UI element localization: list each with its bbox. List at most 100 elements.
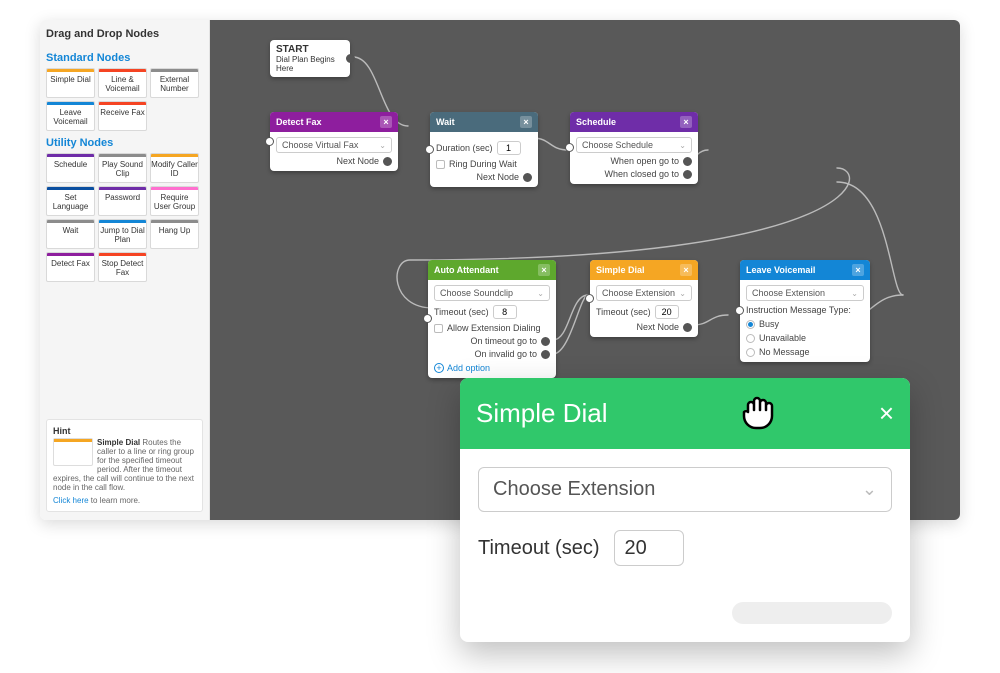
port-in[interactable] (565, 143, 574, 152)
port-out-timeout[interactable] (541, 337, 550, 346)
close-icon[interactable]: × (680, 116, 692, 128)
node-title: Auto Attendant (434, 265, 499, 275)
chevron-down-icon: ⌄ (679, 289, 686, 298)
node-header[interactable]: Detect Fax × (270, 112, 398, 132)
node-header[interactable]: Schedule × (570, 112, 698, 132)
port-in[interactable] (585, 294, 594, 303)
palette-node[interactable]: Jump to Dial Plan (98, 219, 147, 249)
port-out[interactable] (523, 173, 532, 182)
grab-cursor-icon (736, 390, 780, 437)
opt-busy: Busy (759, 319, 779, 329)
port-in[interactable] (425, 145, 434, 154)
palette-node[interactable]: Line & Voicemail (98, 68, 147, 98)
close-icon[interactable]: × (538, 264, 550, 276)
ring-label: Ring During Wait (449, 159, 517, 169)
duration-input[interactable] (497, 141, 521, 155)
closed-label: When closed go to (604, 169, 679, 179)
node-leave-voicemail[interactable]: Leave Voicemail × Choose Extension⌄ Inst… (740, 260, 870, 362)
node-schedule[interactable]: Schedule × Choose Schedule⌄ When open go… (570, 112, 698, 184)
radio-no-message[interactable] (746, 348, 755, 357)
overlay-timeout-input[interactable] (614, 530, 684, 566)
section-label: Standard Nodes (46, 52, 203, 64)
palette-node[interactable]: Receive Fax (98, 101, 147, 131)
port-in[interactable] (735, 306, 744, 315)
chevron-down-icon: ⌄ (679, 141, 686, 150)
radio-unavailable[interactable] (746, 334, 755, 343)
node-header[interactable]: Leave Voicemail × (740, 260, 870, 280)
palette-node[interactable]: Hang Up (150, 219, 199, 249)
on-invalid-label: On invalid go to (474, 349, 537, 359)
palette-node[interactable]: Detect Fax (46, 252, 95, 282)
overlay-next-pill (732, 602, 892, 624)
overlay-body: Choose Extension ⌄ Timeout (sec) (460, 449, 910, 642)
allow-ext-checkbox[interactable] (434, 324, 443, 333)
port-out-invalid[interactable] (541, 350, 550, 359)
palette-node[interactable]: Stop Detect Fax (98, 252, 147, 282)
node-wait[interactable]: Wait × Duration (sec) Ring During Wait N… (430, 112, 538, 187)
close-icon[interactable]: × (852, 264, 864, 276)
node-title: Wait (436, 117, 455, 127)
hint-link[interactable]: Click here (53, 496, 89, 505)
node-simple-dial[interactable]: Simple Dial × Choose Extension⌄ Timeout … (590, 260, 698, 337)
port-out[interactable] (683, 323, 692, 332)
timeout-input[interactable] (655, 305, 679, 319)
overlay-header[interactable]: Simple Dial × (460, 378, 910, 449)
palette-node[interactable]: External Number (150, 68, 199, 98)
start-node[interactable]: START Dial Plan Begins Here (270, 40, 350, 77)
node-title: Simple Dial (596, 265, 645, 275)
overlay-timeout-label: Timeout (sec) (478, 537, 600, 560)
select-virtual-fax[interactable]: Choose Virtual Fax⌄ (276, 137, 392, 153)
duration-label: Duration (sec) (436, 143, 493, 153)
instruction-label: Instruction Message Type: (746, 305, 851, 315)
close-icon[interactable]: × (879, 398, 894, 429)
palette-node[interactable]: Set Language (46, 186, 95, 216)
add-option-button[interactable]: +Add option (434, 363, 550, 373)
hint-heading: Hint (53, 426, 196, 436)
select-extension[interactable]: Choose Extension⌄ (596, 285, 692, 301)
overlay-select-extension[interactable]: Choose Extension ⌄ (478, 467, 892, 512)
close-icon[interactable]: × (380, 116, 392, 128)
section-label: Utility Nodes (46, 137, 203, 149)
hint-title: Simple Dial (97, 438, 140, 447)
select-extension[interactable]: Choose Extension⌄ (746, 285, 864, 301)
palette-node[interactable]: Simple Dial (46, 68, 95, 98)
node-auto-attendant[interactable]: Auto Attendant × Choose Soundclip⌄ Timeo… (428, 260, 556, 378)
palette-node[interactable]: Password (98, 186, 147, 216)
ring-checkbox[interactable] (436, 160, 445, 169)
palette-node[interactable]: Require User Group (150, 186, 199, 216)
overlay-title: Simple Dial (476, 398, 608, 429)
close-icon[interactable]: × (520, 116, 532, 128)
palette-node[interactable]: Modify Caller ID (150, 153, 199, 183)
palette-node[interactable]: Schedule (46, 153, 95, 183)
node-title: Schedule (576, 117, 616, 127)
sidebar: Drag and Drop Nodes Standard Nodes Simple… (40, 20, 210, 520)
timeout-label: Timeout (sec) (596, 307, 651, 317)
port-out-open[interactable] (683, 157, 692, 166)
start-sub: Dial Plan Begins Here (276, 55, 335, 73)
node-title: Leave Voicemail (746, 265, 815, 275)
node-header[interactable]: Simple Dial × (590, 260, 698, 280)
chevron-down-icon: ⌄ (537, 289, 544, 298)
node-header[interactable]: Wait × (430, 112, 538, 132)
on-timeout-label: On timeout go to (470, 336, 537, 346)
select-soundclip[interactable]: Choose Soundclip⌄ (434, 285, 550, 301)
node-title: Detect Fax (276, 117, 322, 127)
port-in[interactable] (423, 314, 432, 323)
node-header[interactable]: Auto Attendant × (428, 260, 556, 280)
port-in[interactable] (265, 137, 274, 146)
palette-node[interactable]: Leave Voicemail (46, 101, 95, 131)
select-schedule[interactable]: Choose Schedule⌄ (576, 137, 692, 153)
close-icon[interactable]: × (680, 264, 692, 276)
palette-node[interactable]: Wait (46, 219, 95, 249)
palette-node[interactable]: Play Sound Clip (98, 153, 147, 183)
port-out-closed[interactable] (683, 170, 692, 179)
node-detect-fax[interactable]: Detect Fax × Choose Virtual Fax⌄ Next No… (270, 112, 398, 171)
node-grid: Simple DialLine & VoicemailExternal Numb… (46, 68, 203, 131)
opt-nomsg: No Message (759, 347, 810, 357)
port-out[interactable] (383, 157, 392, 166)
timeout-input[interactable] (493, 305, 517, 319)
port-out[interactable] (346, 54, 355, 63)
overlay-simple-dial[interactable]: Simple Dial × Choose Extension ⌄ Timeout… (460, 378, 910, 642)
sidebar-title: Drag and Drop Nodes (46, 28, 203, 40)
radio-busy[interactable] (746, 320, 755, 329)
